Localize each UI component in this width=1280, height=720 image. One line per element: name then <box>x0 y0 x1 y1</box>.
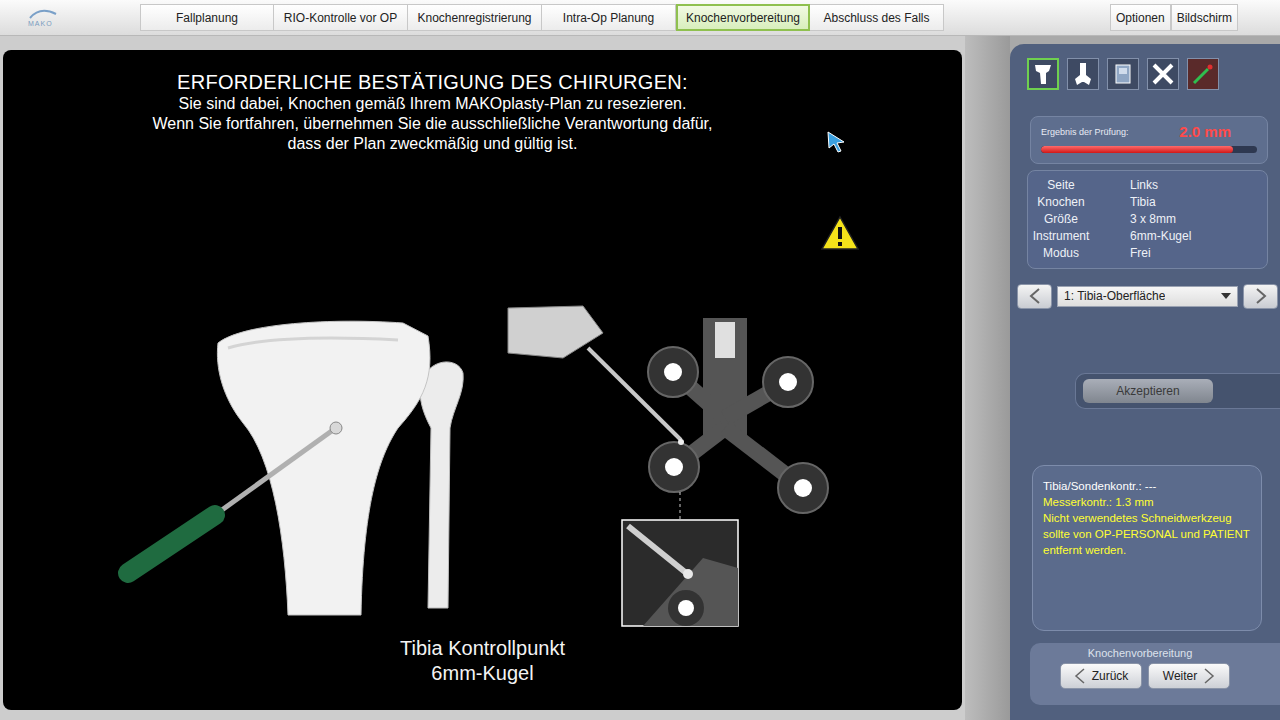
toolbar-button[interactable] <box>1067 58 1099 90</box>
joint-icon <box>1150 61 1176 87</box>
info-row: Knochen Tibia <box>1028 194 1267 211</box>
workflow-tab[interactable]: Fallplanung <box>140 4 274 31</box>
footer-button[interactable]: Zurück <box>1060 663 1142 689</box>
toolbar-button[interactable] <box>1027 58 1059 90</box>
menu-item[interactable]: Optionen <box>1110 4 1171 31</box>
step-select[interactable]: 1: Tibia-Oberfläche <box>1057 286 1238 307</box>
footer-panel: Knochenvorbereitung ZurückWeiter <box>1030 643 1280 705</box>
tibia-checkpoint-illustration <box>3 158 962 636</box>
accept-button[interactable]: Akzeptieren <box>1083 379 1213 403</box>
confirmation-line: dass der Plan zweckmäßig und gültig ist. <box>3 134 862 154</box>
message-line: Nicht verwendetes Schneidwerkzeug sollte… <box>1043 510 1251 558</box>
check-bar <box>1041 146 1257 153</box>
workflow-tab[interactable]: Intra-Op Planung <box>542 4 676 31</box>
toolbar-button[interactable] <box>1147 58 1179 90</box>
bone-toolbar <box>1027 58 1280 92</box>
info-row: Seite Links <box>1028 177 1267 194</box>
implant-icon <box>1110 61 1136 87</box>
confirmation-line: Sie sind dabei, Knochen gemäß Ihrem MAKO… <box>3 94 862 114</box>
footer-button[interactable]: Weiter <box>1148 663 1230 689</box>
control-panel: Ergebnis der Prüfung:2.0 mmSeiteLinksKno… <box>1010 44 1280 720</box>
caption-line: 6mm-Kugel <box>3 661 962 686</box>
top-bar: MAKOFallplanungRIO-Kontrolle vor OPKnoch… <box>0 0 1280 36</box>
message-line: Messerkontr.: 1.3 mm <box>1043 494 1251 510</box>
mouse-cursor-icon <box>826 130 848 154</box>
workflow-tabs: FallplanungRIO-Kontrolle vor OPKnochenre… <box>140 4 944 31</box>
toolbar-button[interactable] <box>1187 58 1219 90</box>
info-value: Tibia <box>1130 194 1267 211</box>
check-value: 2.0 mm <box>1179 123 1231 140</box>
dropdown-caret-icon <box>1221 293 1231 299</box>
probe-tool-icon <box>1190 61 1216 87</box>
caption-line: Tibia Kontrollpunkt <box>3 636 962 661</box>
mako-screen: MAKOFallplanungRIO-Kontrolle vor OPKnoch… <box>0 0 1280 720</box>
confirmation-line: Wenn Sie fortfahren, übernehmen Sie die … <box>3 114 862 134</box>
warning-icon <box>820 215 860 251</box>
menu-item[interactable]: Bildschirm <box>1171 4 1238 31</box>
workflow-tab[interactable]: Abschluss des Falls <box>810 4 944 31</box>
info-key: Instrument <box>1028 228 1094 245</box>
info-row: Modus Frei <box>1028 245 1267 262</box>
info-value: 3 x 8mm <box>1130 211 1267 228</box>
info-row: Größe 3 x 8mm <box>1028 211 1267 228</box>
info-key: Größe <box>1028 211 1094 228</box>
accept-strip: Akzeptieren <box>1075 373 1280 409</box>
message-line: Tibia/Sondenkontr.: --- <box>1043 478 1251 494</box>
confirmation-stage: ERFORDERLICHE BESTÄTIGUNG DES CHIRURGEN:… <box>3 50 962 710</box>
detail-inset-icon <box>622 520 738 626</box>
arrow-right-icon <box>1253 287 1269 305</box>
case-info: SeiteLinksKnochenTibiaGröße3 x 8mmInstru… <box>1027 170 1268 269</box>
check-bar-fill <box>1041 146 1233 153</box>
top-menu: OptionenBildschirm <box>1110 4 1238 31</box>
confirmation-text: ERFORDERLICHE BESTÄTIGUNG DES CHIRURGEN:… <box>3 50 962 158</box>
step-navigation: 1: Tibia-Oberfläche <box>1017 283 1278 309</box>
previous-step-button[interactable] <box>1017 284 1052 309</box>
check-label: Ergebnis der Prüfung: <box>1041 127 1129 137</box>
confirmation-title: ERFORDERLICHE BESTÄTIGUNG DES CHIRURGEN: <box>3 70 862 94</box>
info-key: Seite <box>1028 177 1094 194</box>
tibia-icon <box>1030 61 1056 87</box>
arrow-left-icon <box>1027 287 1043 305</box>
toolbar-button[interactable] <box>1107 58 1139 90</box>
mako-logo: MAKO <box>0 8 140 28</box>
info-key: Modus <box>1028 245 1094 262</box>
main-area: ERFORDERLICHE BESTÄTIGUNG DES CHIRURGEN:… <box>0 36 1280 720</box>
tracker-array-icon <box>648 318 828 513</box>
footer-title: Knochenvorbereitung <box>1060 647 1280 659</box>
workflow-tab[interactable]: Knochenvorbereitung <box>676 4 810 31</box>
stage-frame: ERFORDERLICHE BESTÄTIGUNG DES CHIRURGEN:… <box>0 36 965 720</box>
forward-arrow-icon <box>1203 668 1215 684</box>
info-value: Links <box>1130 177 1267 194</box>
figure-caption: Tibia Kontrollpunkt6mm-Kugel <box>3 636 962 686</box>
logo-swoosh-icon <box>28 8 58 20</box>
message-box: Tibia/Sondenkontr.: ---Messerkontr.: 1.3… <box>1032 465 1262 631</box>
tibia-bone-icon <box>217 321 430 615</box>
femur-icon <box>1070 61 1096 87</box>
back-arrow-icon <box>1074 668 1086 684</box>
workflow-tab[interactable]: Knochenregistrierung <box>408 4 542 31</box>
fibula-icon <box>420 362 463 608</box>
info-value: 6mm-Kugel <box>1130 228 1267 245</box>
info-row: Instrument 6mm-Kugel <box>1028 228 1267 245</box>
check-result: Ergebnis der Prüfung: 2.0 mm <box>1030 116 1268 164</box>
workflow-tab[interactable]: RIO-Kontrolle vor OP <box>274 4 408 31</box>
next-step-button[interactable] <box>1243 284 1278 309</box>
probe-icon <box>128 422 342 573</box>
panel-separator <box>965 36 1010 720</box>
info-value: Frei <box>1130 245 1267 262</box>
info-key: Knochen <box>1028 194 1094 211</box>
